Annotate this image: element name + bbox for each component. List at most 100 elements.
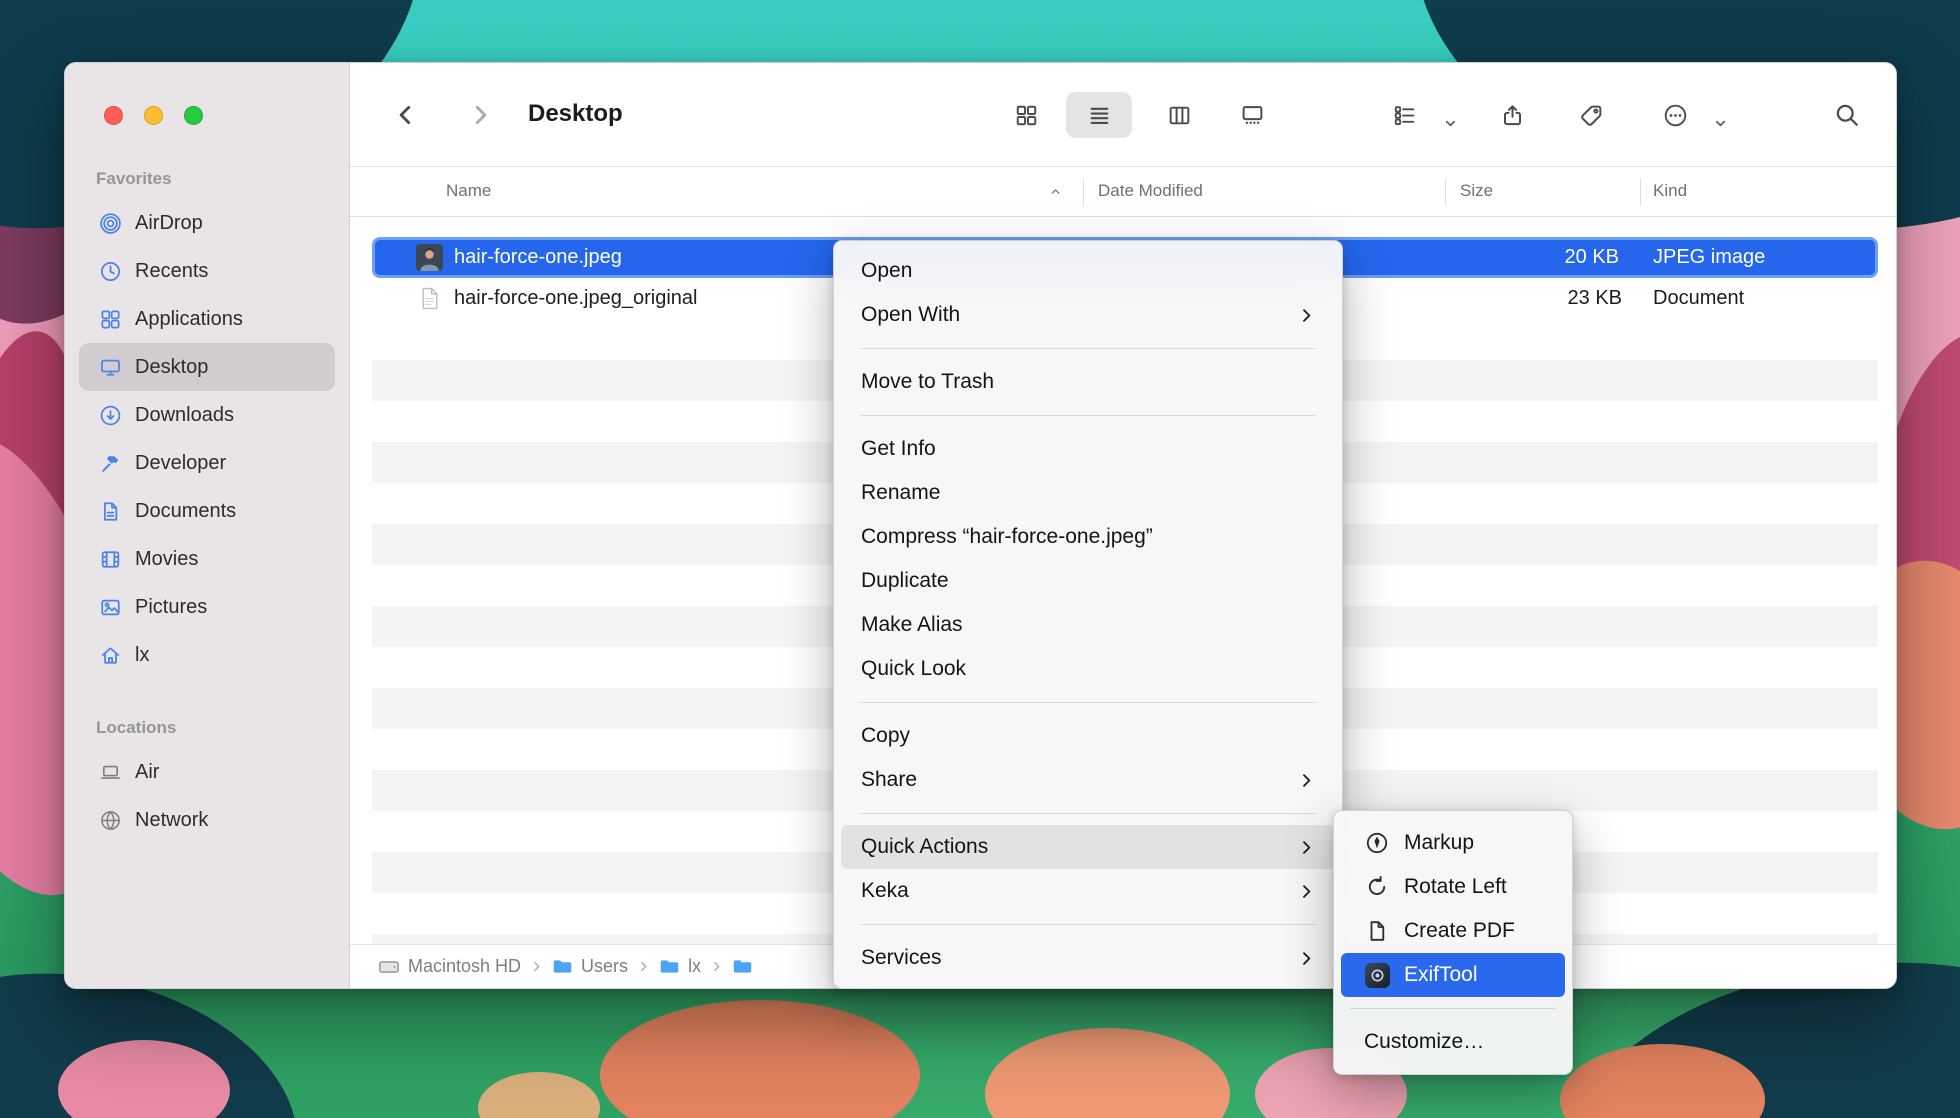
markup-pen-icon <box>1364 830 1390 856</box>
sidebar-item-recents[interactable]: Recents <box>79 247 335 295</box>
airdrop-icon <box>97 210 123 236</box>
path-crumb-lx[interactable]: lx <box>659 956 701 977</box>
sidebar-item-downloads[interactable]: Downloads <box>79 391 335 439</box>
sidebar-item-movies[interactable]: Movies <box>79 535 335 583</box>
sidebar: Favorites AirDrop Recents Applications D… <box>65 63 350 988</box>
submenu-item-markup[interactable]: Markup <box>1341 821 1565 865</box>
submenu-item-customize[interactable]: Customize… <box>1341 1020 1565 1064</box>
submenu-item-label: Create PDF <box>1404 919 1515 943</box>
search-button[interactable] <box>1833 101 1861 129</box>
file-kind: Document <box>1653 278 1744 319</box>
submenu-item-exiftool[interactable]: ExifTool <box>1341 953 1565 997</box>
sidebar-item-label: Desktop <box>135 356 208 379</box>
column-header-date-modified[interactable]: Date Modified <box>1098 181 1203 201</box>
menu-item-label: Open With <box>861 303 960 327</box>
menu-item-quick-actions[interactable]: Quick Actions <box>841 825 1335 869</box>
column-header-kind[interactable]: Kind <box>1653 181 1687 201</box>
menu-item-label: Copy <box>861 724 910 748</box>
menu-item-label: Move to Trash <box>861 370 994 394</box>
menu-item-share[interactable]: Share <box>841 758 1335 802</box>
sidebar-list: Favorites AirDrop Recents Applications D… <box>79 63 335 844</box>
submenu-chevron-icon <box>1298 307 1315 324</box>
sidebar-item-lx-home[interactable]: lx <box>79 631 335 679</box>
menu-separator <box>860 813 1316 814</box>
file-name-cell: hair-force-one.jpeg <box>416 240 622 275</box>
menu-item-get-info[interactable]: Get Info <box>841 427 1335 471</box>
menu-item-open-with[interactable]: Open With <box>841 293 1335 337</box>
back-button[interactable] <box>392 101 420 129</box>
menu-item-copy[interactable]: Copy <box>841 714 1335 758</box>
column-separator[interactable] <box>1640 178 1641 206</box>
minimize-button[interactable] <box>144 106 163 125</box>
sidebar-item-developer[interactable]: Developer <box>79 439 335 487</box>
menu-item-label: Quick Actions <box>861 835 988 859</box>
context-menu: Open Open With Move to Trash Get Info Re… <box>833 240 1343 989</box>
path-chevron-icon <box>530 960 543 973</box>
sidebar-item-documents[interactable]: Documents <box>79 487 335 535</box>
path-crumb-folder[interactable] <box>732 956 753 977</box>
menu-separator <box>860 702 1316 703</box>
path-crumb-users[interactable]: Users <box>552 956 628 977</box>
share-button[interactable] <box>1498 101 1526 129</box>
list-column-headers: Name Date Modified Size Kind <box>350 167 1896 217</box>
menu-item-compress[interactable]: Compress “hair-force-one.jpeg” <box>841 515 1335 559</box>
path-crumb-label: lx <box>688 956 701 977</box>
column-header-name[interactable]: Name <box>446 181 491 201</box>
menu-item-open[interactable]: Open <box>841 249 1335 293</box>
sidebar-item-label: Downloads <box>135 404 234 427</box>
zoom-button[interactable] <box>184 106 203 125</box>
column-separator[interactable] <box>1445 178 1446 206</box>
submenu-chevron-icon <box>1298 883 1315 900</box>
sidebar-item-air[interactable]: Air <box>79 748 335 796</box>
close-button[interactable] <box>104 106 123 125</box>
sidebar-item-applications[interactable]: Applications <box>79 295 335 343</box>
sidebar-item-pictures[interactable]: Pictures <box>79 583 335 631</box>
menu-item-label: Rename <box>861 481 940 505</box>
tags-button[interactable] <box>1577 101 1605 129</box>
list-view-button[interactable] <box>1085 101 1113 129</box>
group-by-button[interactable] <box>1390 101 1418 129</box>
desktop-monitor-icon <box>97 354 123 380</box>
path-crumb-macintosh-hd[interactable]: Macintosh HD <box>378 956 521 978</box>
menu-separator <box>1350 1008 1556 1009</box>
path-crumb-label: Macintosh HD <box>408 956 521 977</box>
menu-item-duplicate[interactable]: Duplicate <box>841 559 1335 603</box>
path-chevron-icon <box>637 960 650 973</box>
sidebar-item-label: lx <box>135 644 149 667</box>
download-circle-icon <box>97 402 123 428</box>
photo-icon <box>97 594 123 620</box>
folder-icon <box>659 956 680 977</box>
globe-icon <box>97 807 123 833</box>
menu-item-rename[interactable]: Rename <box>841 471 1335 515</box>
menu-item-keka[interactable]: Keka <box>841 869 1335 913</box>
submenu-item-label: Customize… <box>1364 1030 1484 1054</box>
menu-item-move-to-trash[interactable]: Move to Trash <box>841 360 1335 404</box>
forward-button[interactable] <box>466 101 494 129</box>
rotate-left-icon <box>1364 874 1390 900</box>
menu-item-services[interactable]: Services <box>841 936 1335 980</box>
file-kind: JPEG image <box>1653 240 1765 275</box>
submenu-item-create-pdf[interactable]: Create PDF <box>1341 909 1565 953</box>
column-separator[interactable] <box>1083 178 1084 206</box>
sidebar-section-locations: Locations <box>96 718 335 742</box>
submenu-item-rotate-left[interactable]: Rotate Left <box>1341 865 1565 909</box>
sidebar-item-airdrop[interactable]: AirDrop <box>79 199 335 247</box>
sidebar-item-network[interactable]: Network <box>79 796 335 844</box>
folder-icon <box>732 956 753 977</box>
gallery-view-button[interactable] <box>1238 101 1266 129</box>
menu-item-make-alias[interactable]: Make Alias <box>841 603 1335 647</box>
menu-item-label: Keka <box>861 879 909 903</box>
sidebar-item-label: Recents <box>135 260 208 283</box>
app-grid-icon <box>97 306 123 332</box>
icon-view-button[interactable] <box>1012 101 1040 129</box>
sidebar-item-desktop[interactable]: Desktop <box>79 343 335 391</box>
sidebar-item-label: Network <box>135 809 208 832</box>
more-actions-button[interactable] <box>1661 101 1689 129</box>
sidebar-item-label: Air <box>135 761 159 784</box>
menu-separator <box>860 924 1316 925</box>
column-header-size[interactable]: Size <box>1460 181 1493 201</box>
submenu-chevron-icon <box>1298 950 1315 967</box>
column-view-button[interactable] <box>1165 101 1193 129</box>
sidebar-item-label: Documents <box>135 500 236 523</box>
menu-item-quick-look[interactable]: Quick Look <box>841 647 1335 691</box>
